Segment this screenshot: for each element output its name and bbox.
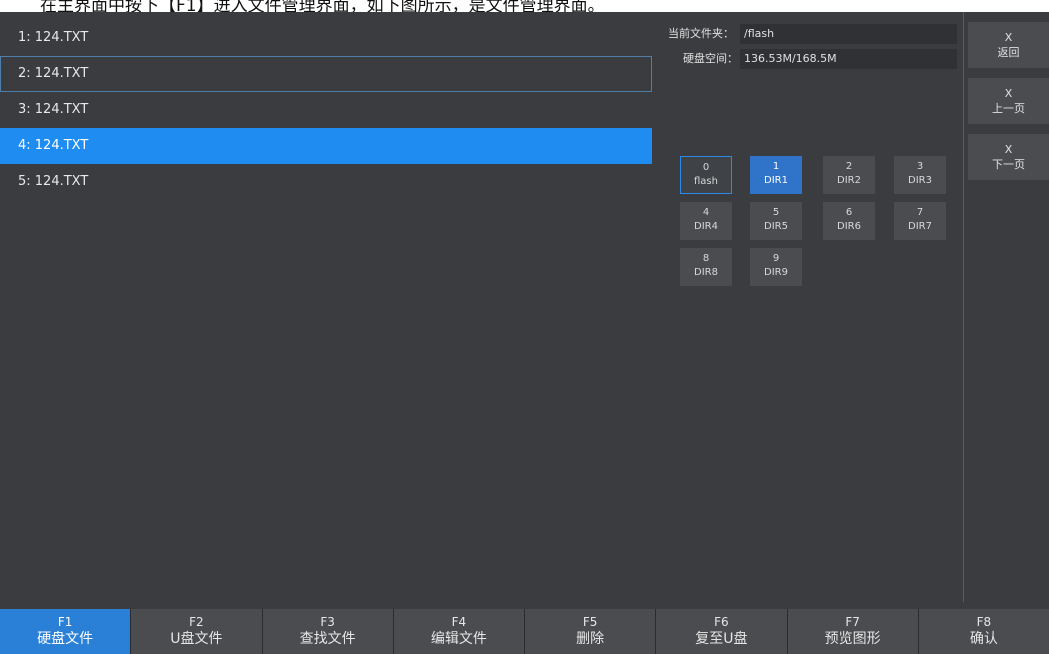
f3-label: 查找文件	[299, 631, 356, 647]
dir-name: DIR7	[908, 221, 932, 232]
f7-preview-button[interactable]: F7 预览图形	[787, 609, 919, 654]
prev-page-label: 上一页	[992, 102, 1025, 115]
dir-button-3[interactable]: 3 DIR3	[894, 156, 946, 194]
dir-name: DIR6	[837, 221, 861, 232]
f7-label: 预览图形	[824, 631, 881, 647]
f1-disk-files-button[interactable]: F1 硬盘文件	[0, 609, 132, 654]
f8-confirm-button[interactable]: F8 确认	[918, 609, 1049, 654]
f6-label: 复至U盘	[695, 631, 748, 647]
file-list: 1: 124.TXT 2: 124.TXT 3: 124.TXT 4: 124.…	[0, 20, 652, 200]
dir-name: DIR3	[908, 175, 932, 186]
back-label: 返回	[997, 46, 1020, 59]
f8-label: 确认	[969, 631, 998, 647]
next-page-key: X	[1004, 143, 1013, 156]
f6-copy-to-usb-button[interactable]: F6 复至U盘	[656, 609, 788, 654]
dir-number: 4	[702, 207, 710, 218]
f5-delete-button[interactable]: F5 删除	[525, 609, 657, 654]
dir-number: 5	[772, 207, 780, 218]
disk-label: 硬盘空间：	[683, 52, 738, 65]
file-row-1[interactable]: 1: 124.TXT	[0, 20, 652, 56]
dir-button-7[interactable]: 7 DIR7	[894, 202, 946, 240]
f4-label: 编辑文件	[430, 631, 487, 647]
f3-key: F3	[320, 615, 335, 629]
dir-name: DIR1	[764, 175, 788, 186]
dir-button-2[interactable]: 2 DIR2	[823, 156, 875, 194]
dir-number: 2	[845, 161, 853, 172]
f4-edit-file-button[interactable]: F4 编辑文件	[393, 609, 525, 654]
file-row-5[interactable]: 5: 124.TXT	[0, 164, 652, 200]
top-caption: 在主界面中按下【F1】进入文件管理界面，如下图所示，是文件管理界面。	[40, 0, 605, 12]
dir-number: 9	[772, 253, 780, 264]
back-button[interactable]: X 返回	[968, 22, 1049, 68]
dir-number: 1	[772, 161, 780, 172]
next-page-button[interactable]: X 下一页	[968, 134, 1049, 180]
prev-page-button[interactable]: X 上一页	[968, 78, 1049, 124]
dir-button-5[interactable]: 5 DIR5	[750, 202, 802, 240]
f4-key: F4	[451, 615, 467, 629]
dir-name: DIR8	[694, 267, 718, 278]
file-row-3[interactable]: 3: 124.TXT	[0, 92, 652, 128]
dir-name: DIR5	[764, 221, 788, 232]
dir-button-4[interactable]: 4 DIR4	[680, 202, 732, 240]
f1-label: 硬盘文件	[37, 631, 94, 647]
f6-key: F6	[714, 615, 729, 629]
dir-number: 6	[845, 207, 853, 218]
f8-key: F8	[976, 615, 992, 629]
dir-name: DIR9	[764, 267, 788, 278]
dir-name: DIR2	[837, 175, 861, 186]
dir-button-0[interactable]: 0 flash	[680, 156, 732, 194]
right-divider	[963, 12, 964, 602]
f5-key: F5	[582, 615, 598, 629]
next-page-label: 下一页	[992, 158, 1025, 171]
back-key: X	[1004, 31, 1013, 44]
disk-value: 136.53M/168.5M	[744, 52, 837, 65]
folder-label: 当前文件夹：	[668, 27, 734, 40]
file-row-2[interactable]: 2: 124.TXT	[0, 56, 652, 92]
file-manager-screen: 1: 124.TXT 2: 124.TXT 3: 124.TXT 4: 124.…	[0, 12, 1049, 654]
dir-button-1[interactable]: 1 DIR1	[750, 156, 802, 194]
dir-number: 7	[916, 207, 924, 218]
f2-usb-files-button[interactable]: F2 U盘文件	[131, 609, 263, 654]
f1-key: F1	[57, 615, 73, 629]
dir-number: 8	[702, 253, 710, 264]
file-row-4[interactable]: 4: 124.TXT	[0, 128, 652, 164]
prev-page-key: X	[1004, 87, 1013, 100]
dir-button-9[interactable]: 9 DIR9	[750, 248, 802, 286]
dir-button-8[interactable]: 8 DIR8	[680, 248, 732, 286]
dir-number: 3	[916, 161, 924, 172]
folder-value: /flash	[744, 27, 775, 40]
dir-name: flash	[694, 176, 718, 187]
dir-name: DIR4	[694, 221, 718, 232]
f3-find-file-button[interactable]: F3 查找文件	[262, 609, 394, 654]
top-caption-strip: 在主界面中按下【F1】进入文件管理界面，如下图所示，是文件管理界面。	[0, 0, 1049, 12]
f7-key: F7	[845, 615, 860, 629]
dir-button-6[interactable]: 6 DIR6	[823, 202, 875, 240]
f2-label: U盘文件	[170, 631, 223, 647]
function-key-bar: F1 硬盘文件 F2 U盘文件 F3 查找文件 F4 编辑文件 F5 删除 F6…	[0, 609, 1049, 654]
f2-key: F2	[189, 615, 204, 629]
f5-label: 删除	[576, 631, 605, 647]
dir-number: 0	[702, 162, 710, 173]
